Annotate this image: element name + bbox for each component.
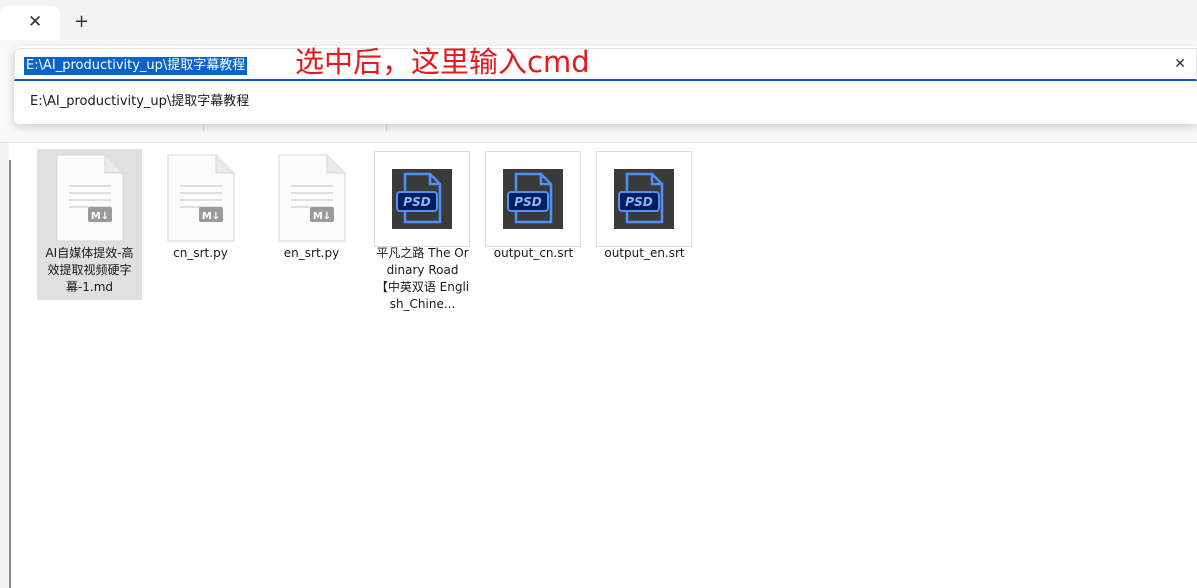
thumbnail-frame: PSD (485, 151, 581, 247)
clear-icon[interactable]: ✕ (1174, 56, 1186, 72)
address-bar-dropdown: E:\AI_productivity_up\提取字幕教程 选中后，这里输入cmd… (14, 45, 1197, 124)
file-name: en_srt.py (283, 246, 340, 260)
navigation-pane-splitter[interactable] (9, 160, 11, 588)
tab-strip: ✕ + (0, 0, 1197, 40)
close-icon[interactable]: ✕ (28, 12, 42, 32)
file-name: output_en.srt (604, 246, 685, 260)
svg-text:M↓: M↓ (91, 211, 109, 222)
file-item[interactable]: PSD output_cn.srt (481, 149, 586, 266)
psd-icon: PSD (592, 149, 697, 247)
markdown-file-icon: M↓ (37, 149, 142, 245)
navigation-pane (0, 143, 9, 588)
file-item[interactable]: M↓ cn_srt.py (148, 149, 253, 266)
thumbnail-frame: PSD (374, 151, 470, 247)
python-file-icon: M↓ (148, 149, 253, 245)
psd-thumbnail: PSD (392, 169, 452, 229)
psd-icon: PSD (370, 149, 475, 247)
thumbnail-frame: PSD (596, 151, 692, 247)
address-suggestion[interactable]: E:\AI_productivity_up\提取字幕教程 (30, 93, 249, 111)
svg-text:PSD: PSD (514, 195, 541, 209)
file-item[interactable]: PSD 平凡之路 The Ordinary Road 【中英双语 English… (370, 149, 475, 317)
file-name: AI自媒体提效-高效提取视频硬字幕-1.md (45, 246, 134, 294)
svg-text:M↓: M↓ (202, 211, 220, 222)
svg-text:PSD: PSD (625, 195, 652, 209)
address-selected-text[interactable]: E:\AI_productivity_up\提取字幕教程 (24, 57, 248, 75)
address-input[interactable]: E:\AI_productivity_up\提取字幕教程 选中后，这里输入cmd… (14, 45, 1197, 81)
new-tab-button[interactable]: + (74, 12, 89, 32)
svg-text:PSD: PSD (403, 195, 430, 209)
psd-icon: PSD (481, 149, 586, 247)
instruction-annotation: 选中后，这里输入cmd (295, 45, 590, 79)
file-item[interactable]: M↓ en_srt.py (259, 149, 364, 266)
file-name: 平凡之路 The Ordinary Road 【中英双语 English_Chi… (375, 246, 470, 311)
psd-thumbnail: PSD (614, 169, 674, 229)
python-file-icon: M↓ (259, 149, 364, 245)
tab-current[interactable]: ✕ (0, 6, 60, 40)
file-item[interactable]: M↓ AI自媒体提效-高效提取视频硬字幕-1.md (37, 149, 142, 300)
file-name: cn_srt.py (173, 246, 228, 260)
file-item[interactable]: PSD output_en.srt (592, 149, 697, 266)
psd-thumbnail: PSD (503, 169, 563, 229)
svg-text:M↓: M↓ (313, 211, 331, 222)
file-name: output_cn.srt (493, 246, 574, 260)
